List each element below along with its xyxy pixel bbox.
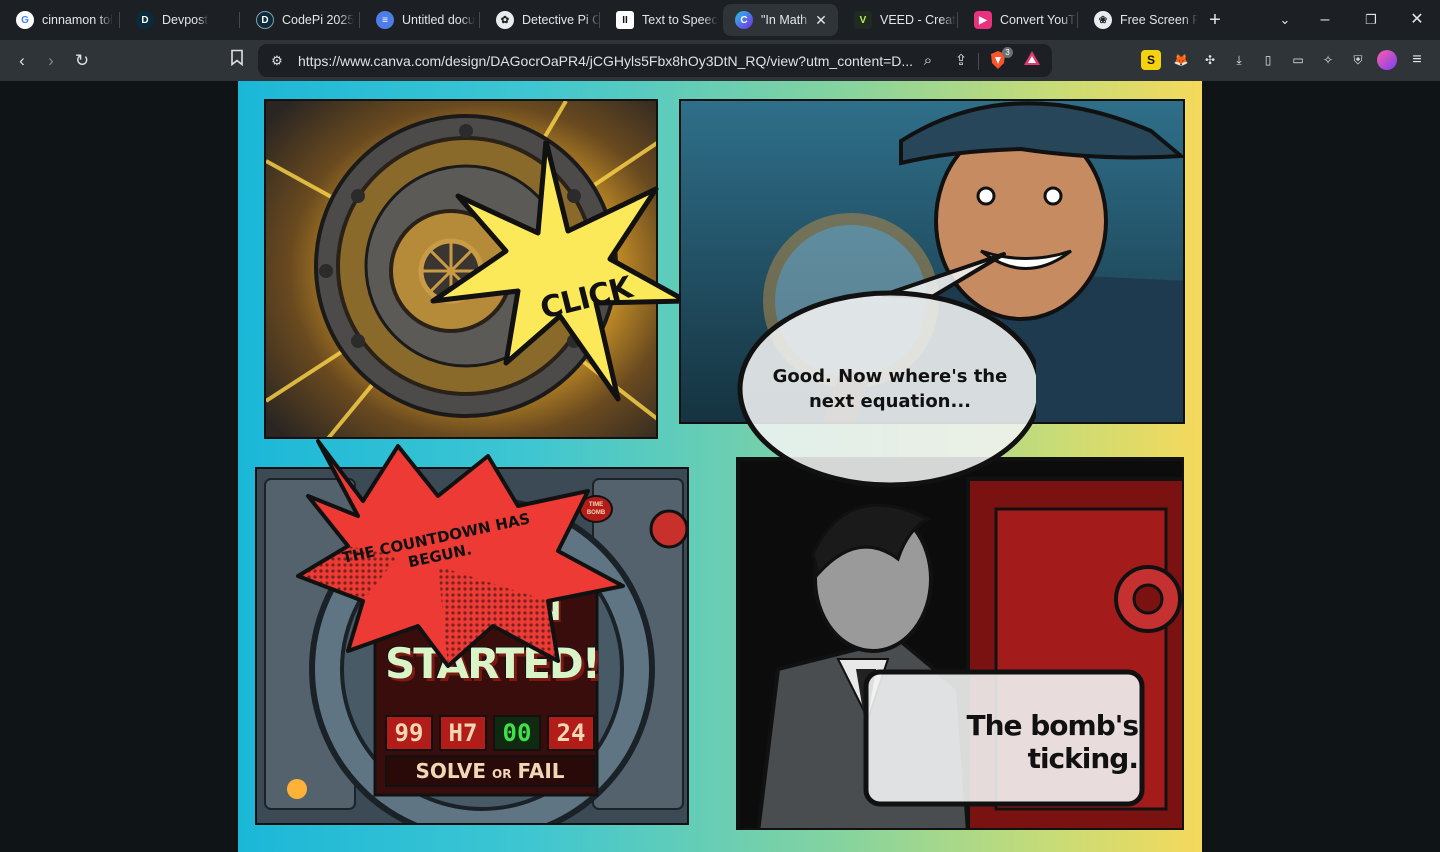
window-close-icon[interactable]: ✕ (1405, 8, 1429, 32)
back-icon[interactable]: ‹ (9, 48, 35, 74)
tab-codepi[interactable]: D CodePi 2025 (244, 4, 360, 36)
speech-bomb-ticking: The bomb's ticking. (966, 709, 1139, 775)
sidebar-icon[interactable]: ▯ (1258, 50, 1278, 70)
tab-title: cinnamon tol (42, 13, 113, 27)
site-settings-icon[interactable]: ⚙ (266, 50, 288, 72)
minimize-icon[interactable]: – (1313, 8, 1337, 32)
countdown-timer: 99 H7 00 24 (385, 715, 595, 751)
devpost-icon: D (256, 11, 274, 29)
restore-icon[interactable]: ❐ (1359, 8, 1383, 32)
tab-cinnamon[interactable]: G cinnamon tol (4, 4, 120, 36)
tab-free-screen[interactable]: ❀ Free Screen F (1082, 4, 1198, 36)
docs-icon: ≡ (376, 11, 394, 29)
new-tab-icon[interactable]: + (1203, 8, 1227, 32)
tab-veed[interactable]: V VEED - Creat (842, 4, 958, 36)
leo-ai-icon[interactable]: ✧ (1318, 50, 1338, 70)
canva-icon: C (735, 11, 753, 29)
speech-next-equation: Good. Now where's the next equation... (772, 366, 1008, 412)
google-icon: G (16, 11, 34, 29)
shield-count-badge: 3 (1002, 47, 1013, 58)
tab-convert-youtube[interactable]: ▶ Convert YouT (962, 4, 1078, 36)
tab-title: Convert YouT (1000, 13, 1076, 27)
openai-icon: ✿ (496, 11, 514, 29)
timer-digit: 24 (547, 715, 595, 751)
devpost-icon: D (136, 11, 154, 29)
menu-icon[interactable]: ≡ (1407, 50, 1427, 70)
timer-digit: 00 (493, 715, 541, 751)
tab-strip: G cinnamon tol D Devpost D CodePi 2025 ≡… (0, 0, 1440, 40)
tab-text-to-speech[interactable]: II Text to Speec (604, 4, 720, 36)
tab-title: Detective Pi C (522, 13, 600, 27)
wallet-icon[interactable]: ▭ (1288, 50, 1308, 70)
tab-detective[interactable]: ✿ Detective Pi C (484, 4, 600, 36)
tab-title: Text to Speec (642, 13, 718, 27)
comic-slide: CLICK STARTED! 99 H7 00 24 SOLVE OR FAIL… (238, 81, 1202, 852)
page-viewport: CLICK STARTED! 99 H7 00 24 SOLVE OR FAIL… (0, 81, 1440, 852)
solve-or-fail-banner: SOLVE OR FAIL (385, 755, 595, 787)
vpn-shield-icon[interactable]: ⛨ (1348, 50, 1368, 70)
close-tab-icon[interactable]: ✕ (812, 11, 830, 29)
bookmark-icon[interactable] (224, 48, 250, 74)
browser-toolbar: ‹ › ↻ ⚙ https://www.canva.com/design/DAG… (0, 40, 1440, 81)
timer-digit: 99 (385, 715, 433, 751)
profile-avatar-icon[interactable] (1377, 50, 1397, 70)
tab-title: VEED - Creat (880, 13, 956, 27)
tab-devpost[interactable]: D Devpost (124, 4, 240, 36)
forward-icon[interactable]: › (38, 48, 64, 74)
address-bar[interactable]: ⚙ https://www.canva.com/design/DAGocrOaP… (258, 44, 1052, 77)
tab-title: Free Screen F (1120, 13, 1198, 27)
metamask-icon[interactable]: 🦊 (1171, 50, 1191, 70)
tab-title: "In Math (761, 13, 808, 27)
converter-icon: ▶ (974, 11, 992, 29)
click-starburst (430, 141, 689, 402)
zoom-icon[interactable]: ⌕ (917, 50, 939, 72)
screen-icon: ❀ (1094, 11, 1112, 29)
reload-icon[interactable]: ↻ (69, 48, 95, 74)
downloads-icon[interactable]: ⤓ (1229, 50, 1249, 70)
url-text[interactable]: https://www.canva.com/design/DAGocrOaPR4… (298, 53, 918, 69)
timer-digit: H7 (439, 715, 487, 751)
tab-untitled-doc[interactable]: ≡ Untitled docu (364, 4, 480, 36)
tab-title: Devpost (162, 13, 208, 27)
tab-search-chevron-icon[interactable]: ⌄ (1273, 8, 1297, 32)
share-icon[interactable]: ⇪ (950, 50, 972, 72)
extensions-puzzle-icon[interactable]: ✣ (1200, 50, 1220, 70)
tab-canva-active[interactable]: C "In Math ✕ (723, 4, 838, 36)
extension-s-icon[interactable]: S (1141, 50, 1161, 70)
elevenlabs-icon: II (616, 11, 634, 29)
brave-rewards-icon[interactable] (1021, 50, 1043, 72)
veed-icon: V (854, 11, 872, 29)
tab-title: CodePi 2025 (282, 13, 355, 27)
tab-title: Untitled docu (402, 13, 475, 27)
